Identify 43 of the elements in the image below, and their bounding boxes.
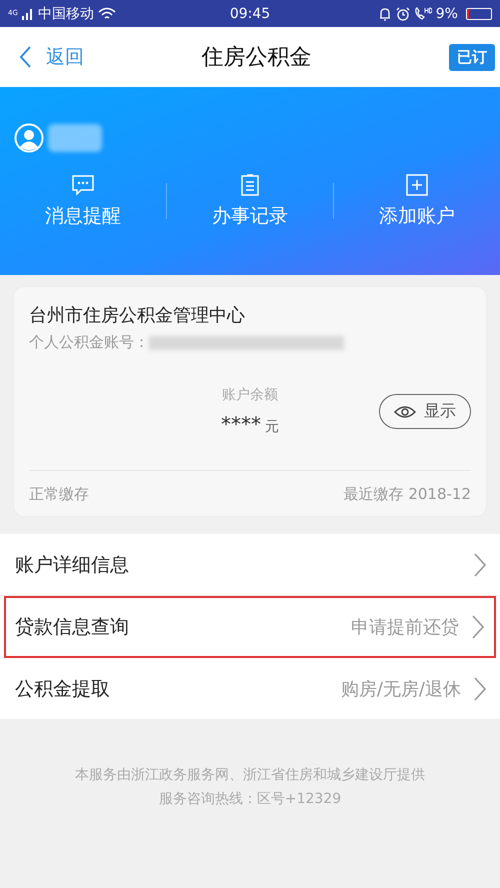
menu-label: 贷款信息查询 bbox=[15, 615, 130, 640]
back-label[interactable]: 返回 bbox=[46, 44, 84, 70]
menu-label: 公积金提取 bbox=[15, 676, 111, 702]
eye-icon bbox=[394, 404, 416, 418]
alarm-icon bbox=[396, 6, 410, 20]
carrier-name: 中国移动 bbox=[38, 4, 94, 22]
subscribed-button[interactable]: 已订 bbox=[449, 44, 495, 70]
chevron-icon bbox=[471, 614, 485, 640]
action-label[interactable]: 办事记录 bbox=[212, 203, 288, 229]
chevron-icon bbox=[473, 676, 487, 702]
menu-item[interactable]: 贷款信息查询 申请提前还贷 bbox=[4, 596, 496, 658]
footer-text: 本服务由浙江政务服务网、浙江省住房和城乡建设厅提供 bbox=[75, 766, 425, 784]
payment-status: 正常缴存 bbox=[29, 485, 89, 504]
menu-item[interactable]: 公积金提取 购房/无房/退休 bbox=[0, 658, 500, 720]
clock-time: 09:45 bbox=[230, 6, 270, 22]
avatar-icon bbox=[14, 123, 44, 153]
show-balance-button[interactable]: 显示 bbox=[379, 394, 471, 429]
menu-item[interactable]: 账户详细信息 bbox=[0, 534, 500, 596]
chevron-icon bbox=[473, 552, 487, 578]
page-title: 住房公积金 bbox=[202, 44, 312, 72]
battery-percent: 9% bbox=[436, 6, 458, 22]
menu-detail: 购房/无房/退休 bbox=[340, 678, 461, 700]
bell-icon bbox=[378, 6, 392, 20]
balance-value: **** bbox=[221, 412, 261, 436]
phone-icon bbox=[414, 6, 432, 20]
menu-label: 账户详细信息 bbox=[15, 552, 130, 578]
last-payment-date: 最近缴存 2018-12 bbox=[344, 485, 471, 504]
wifi-icon bbox=[98, 6, 116, 20]
currency-unit: 元 bbox=[265, 418, 279, 436]
account-number-label: 个人公积金账号： bbox=[29, 333, 149, 352]
center-name: 台州市住房公积金管理中心 bbox=[29, 304, 246, 327]
back-icon bbox=[18, 45, 32, 69]
action-label[interactable]: 添加账户 bbox=[379, 203, 455, 229]
back-button[interactable]: 返回 bbox=[18, 44, 84, 70]
balance-label: 账户余额 bbox=[222, 386, 278, 404]
footer-text: 服务咨询热线：区号+12329 bbox=[158, 790, 342, 808]
chat-icon[interactable] bbox=[71, 173, 95, 197]
blurred-name bbox=[48, 124, 102, 152]
battery-icon bbox=[466, 8, 492, 20]
add-icon[interactable] bbox=[405, 173, 429, 197]
action-label[interactable]: 消息提醒 bbox=[45, 203, 121, 229]
signal-icon bbox=[22, 8, 34, 20]
menu-detail: 申请提前还贷 bbox=[351, 616, 459, 639]
